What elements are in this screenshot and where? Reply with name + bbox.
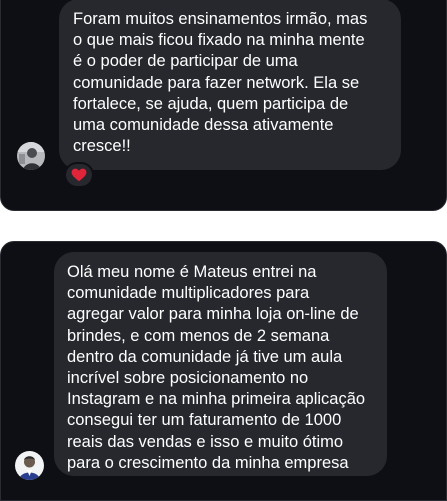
user-avatar-icon [17, 142, 45, 170]
sender-avatar-1[interactable] [17, 142, 45, 170]
reaction-badge[interactable] [64, 162, 94, 188]
message-card-2: Olá meu nome é Mateus entrei na comunida… [0, 241, 447, 501]
user-avatar-icon [15, 451, 44, 480]
sender-avatar-2[interactable] [15, 451, 44, 480]
heart-icon [71, 168, 87, 182]
message-bubble-2[interactable]: Olá meu nome é Mateus entrei na comunida… [54, 252, 387, 476]
message-bubble-1[interactable]: Foram muitos ensinamentos irmão, mas o q… [59, 0, 401, 170]
message-card-1: Foram muitos ensinamentos irmão, mas o q… [0, 0, 447, 211]
